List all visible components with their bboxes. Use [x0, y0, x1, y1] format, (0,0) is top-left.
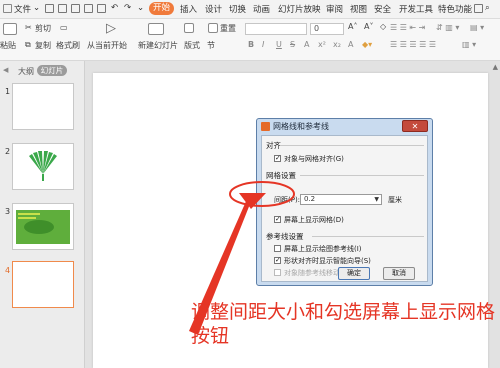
annotation-text: 调整间距大小和勾选屏幕上显示网格按钮: [191, 301, 496, 347]
